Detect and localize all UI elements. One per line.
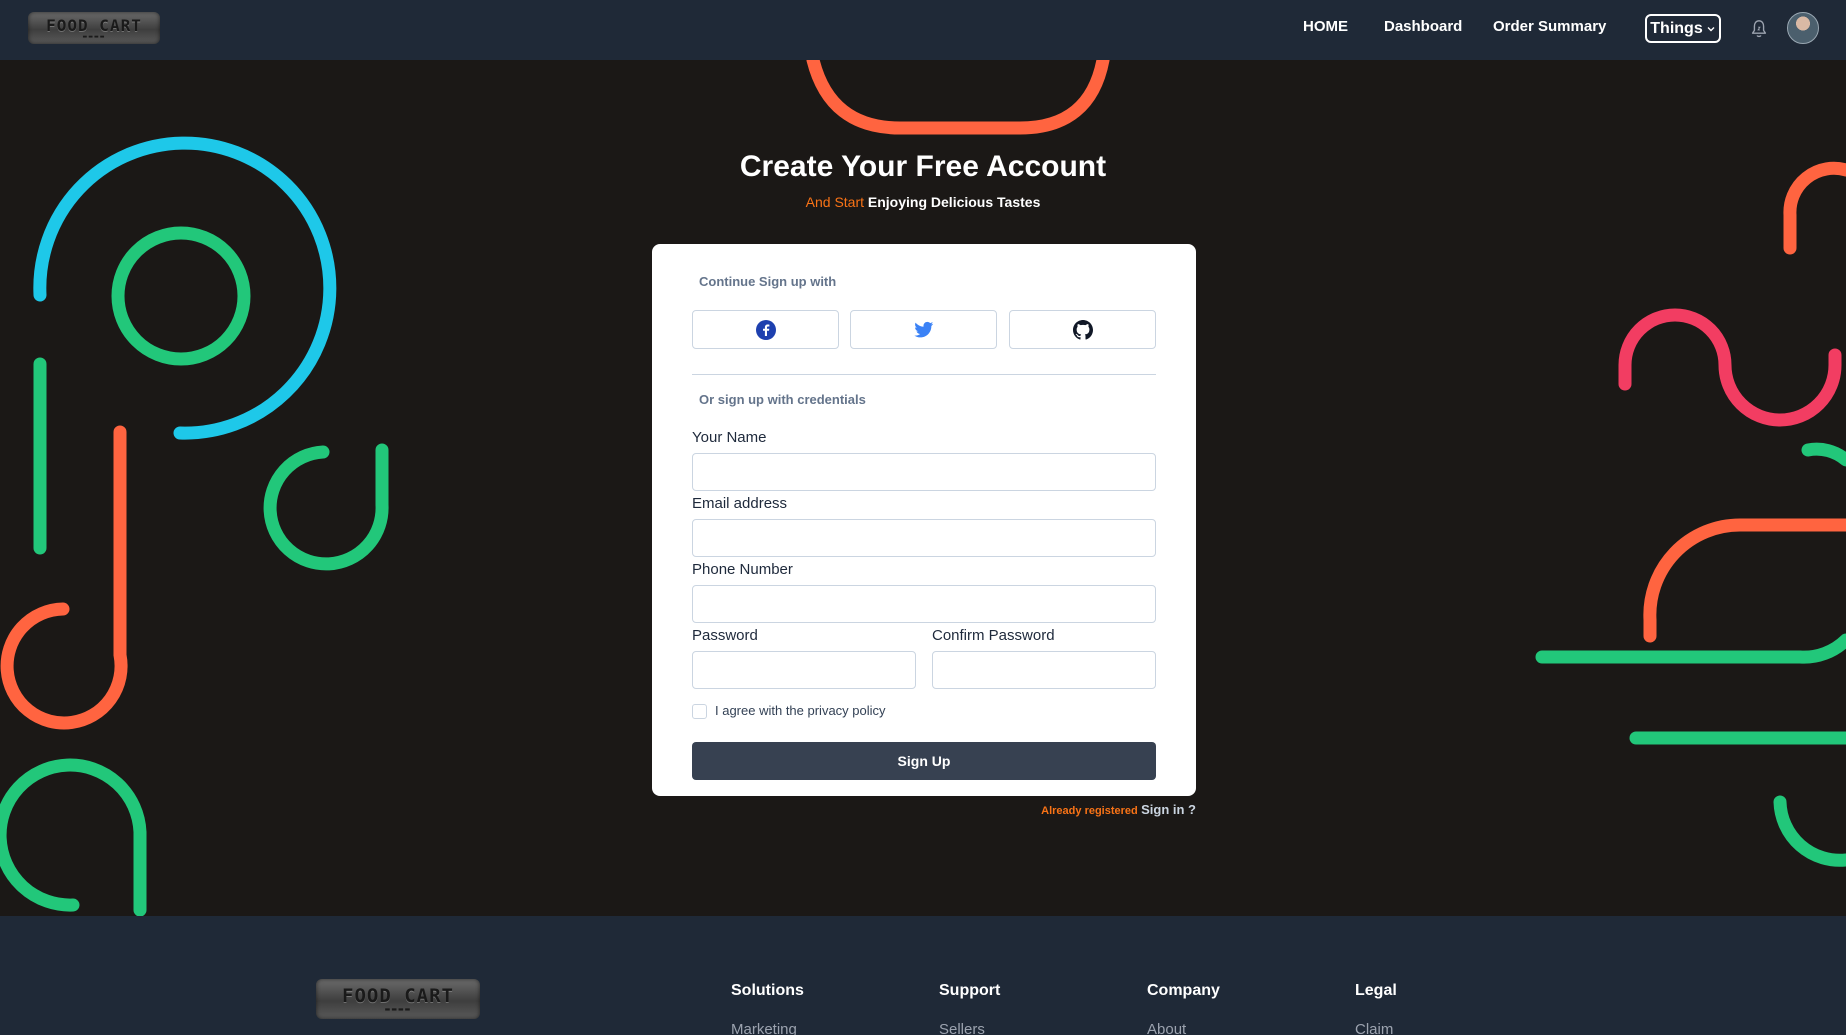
brand-logo[interactable]: FOOD CART ▬▬▬▬ [28,12,160,44]
name-label: Your Name [692,429,767,446]
twitter-icon [913,321,933,337]
facebook-signup-button[interactable] [692,310,839,349]
already-registered-text: Already registered [1041,805,1138,817]
footer-link-claim[interactable]: Claim [1355,1021,1393,1035]
privacy-policy-label[interactable]: I agree with the privacy policy [715,703,886,718]
footer-col-company-title: Company [1147,982,1220,999]
navbar: FOOD CART ▬▬▬▬ HOME Dashboard Order Summ… [0,0,1846,60]
divider [692,374,1156,375]
footer-link-about[interactable]: About [1147,1021,1186,1035]
nav-link-dashboard[interactable]: Dashboard [1384,18,1462,35]
facebook-icon [755,319,776,340]
signin-link[interactable]: Sign in ? [1141,802,1196,817]
phone-label: Phone Number [692,561,793,578]
password-label: Password [692,627,758,644]
footer-logo[interactable]: FOOD CART ▬▬▬▬ [316,979,480,1019]
subtitle-rest: Enjoying Delicious Tastes [867,194,1041,210]
credentials-heading: Or sign up with credentials [699,392,866,407]
bell-icon[interactable] [1748,18,1770,40]
page-title: Create Your Free Account [739,150,1107,183]
user-avatar[interactable] [1787,12,1819,44]
things-dropdown-label: Things [1650,19,1703,37]
footer: FOOD CART ▬▬▬▬ Solutions Marketing Suppo… [0,916,1846,1035]
nav-link-home[interactable]: HOME [1303,18,1348,35]
github-signup-button[interactable] [1009,310,1156,349]
footer-link-sellers[interactable]: Sellers [939,1021,985,1035]
email-input[interactable] [692,519,1156,557]
brand-logo-text: FOOD CART [46,16,142,35]
footer-col-support-title: Support [939,982,1001,999]
things-dropdown[interactable]: Things [1645,14,1721,43]
subtitle-accent: And Start [805,194,865,210]
twitter-signup-button[interactable] [850,310,997,349]
footer-logo-tagline: ▬▬▬▬ [384,1006,412,1013]
email-label: Email address [692,495,788,512]
signup-button[interactable]: Sign Up [692,742,1156,780]
confirm-password-label: Confirm Password [932,627,1055,644]
chevron-down-icon [1707,26,1715,31]
brand-logo-tagline: ▬▬▬▬ [82,34,106,40]
phone-input[interactable] [692,585,1156,623]
signin-prompt: Already registered Sign in ? [1041,802,1196,817]
signup-card: Continue Sign up with Or sign up with cr… [652,244,1196,796]
footer-link-marketing[interactable]: Marketing [731,1021,797,1035]
footer-col-legal-title: Legal [1355,982,1397,999]
nav-link-order-summary[interactable]: Order Summary [1493,18,1606,35]
password-input[interactable] [692,651,916,689]
github-icon [1072,319,1093,340]
page-subtitle: And Start Enjoying Delicious Tastes [0,194,1846,210]
footer-logo-text: FOOD CART [342,985,454,1007]
footer-col-solutions-title: Solutions [731,982,804,999]
name-input[interactable] [692,453,1156,491]
confirm-password-input[interactable] [932,651,1156,689]
social-signup-heading: Continue Sign up with [699,274,837,289]
privacy-policy-checkbox[interactable] [692,704,707,719]
